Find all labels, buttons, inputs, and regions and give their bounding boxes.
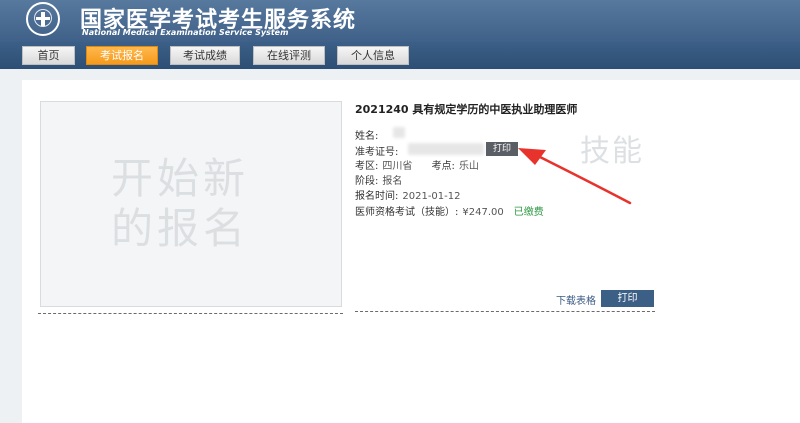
fee-label: 医师资格考试（技能）: — [355, 207, 459, 218]
app-window: 国家医学考试考生服务系统 National Medical Examinatio… — [0, 0, 800, 423]
name-redacted — [393, 127, 405, 138]
print-ticket-button[interactable]: 打印 — [486, 142, 518, 156]
fee-status-badge: 已缴费 — [513, 207, 544, 218]
region-label: 考区: — [355, 161, 379, 172]
name-label: 姓名: — [355, 131, 379, 142]
nav-online-assessment[interactable]: 在线评测 — [253, 46, 325, 65]
region-value: 四川省 — [382, 161, 413, 172]
start-new-registration-watermark: 开始新 的报名 — [111, 154, 250, 253]
name-row: 姓名: — [355, 127, 378, 142]
time-value: 2021-01-12 — [402, 191, 461, 202]
time-label: 报名时间: — [355, 191, 399, 202]
region-row: 考区: 四川省 考点: 乐山 — [355, 157, 479, 172]
fee-value: ¥247.00 — [462, 207, 504, 218]
stage-label: 阶段: — [355, 176, 379, 187]
time-row: 报名时间: 2021-01-12 — [355, 187, 461, 202]
stage-row: 阶段: 报名 — [355, 172, 402, 187]
skill-watermark: 技能 — [580, 134, 644, 169]
divider-left — [38, 313, 343, 314]
ticket-redacted — [408, 143, 484, 155]
main-nav: 首页 考试报名 考试成绩 在线评测 个人信息 — [0, 42, 800, 69]
exam-title: 2021240 具有规定学历的中医执业助理医师 — [355, 103, 578, 116]
emblem-logo-icon — [26, 2, 60, 36]
site-label: 考点: — [431, 161, 455, 172]
site-subtitle: National Medical Examination Service Sys… — [82, 28, 289, 37]
divider-right — [355, 311, 655, 312]
download-form-link[interactable]: 下载表格 — [556, 292, 596, 307]
stage-value: 报名 — [382, 176, 403, 187]
nav-home[interactable]: 首页 — [22, 46, 75, 65]
fee-row: 医师资格考试（技能）: ¥247.00 已缴费 — [355, 203, 544, 218]
ticket-row: 准考证号: — [355, 143, 398, 158]
site-header: 国家医学考试考生服务系统 National Medical Examinatio… — [0, 0, 800, 42]
nav-exam-scores[interactable]: 考试成绩 — [170, 46, 240, 65]
nav-personal-info[interactable]: 个人信息 — [337, 46, 409, 65]
site-value: 乐山 — [458, 161, 479, 172]
start-new-registration-tile[interactable]: 开始新 的报名 — [40, 101, 342, 307]
print-button[interactable]: 打印 — [601, 290, 654, 307]
nav-exam-registration[interactable]: 考试报名 — [86, 46, 158, 65]
